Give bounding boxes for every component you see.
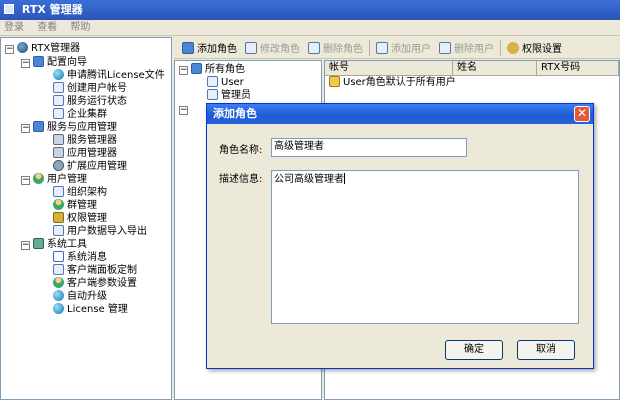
tree-item-enterprise-cluster[interactable]: 企业集群 [53,108,107,121]
text-caret [344,173,345,184]
app-icon [4,4,14,14]
menu-view[interactable]: 查看 [37,22,57,33]
role-name-label: 角色名称: [219,145,263,156]
collapse-icon[interactable]: − [179,106,188,115]
tree-item-service-manager[interactable]: 服务管理器 [53,134,117,147]
delete-user-icon [439,41,451,54]
add-user-button[interactable]: 添加用户 [372,39,435,57]
toolbar-separator [369,39,370,56]
roles-icon [191,63,202,74]
window-titlebar: RTX 管理器 [0,0,620,20]
server-icon [53,134,64,145]
tree-item-permission-management[interactable]: 权限管理 [53,212,107,225]
toolbar-separator [500,39,501,56]
list-item[interactable]: User角色默认于所有用户 [325,76,619,90]
collapse-icon[interactable]: − [21,59,30,68]
tree-item-system-message[interactable]: 系统消息 [53,251,107,264]
add-role-icon [182,41,194,54]
folder-icon [33,56,44,67]
permission-icon [53,212,64,223]
collapse-icon[interactable]: − [5,45,14,54]
user-account-icon [53,82,64,93]
app-icon [53,147,64,158]
org-chart-icon [53,186,64,197]
key-icon [507,41,519,54]
tree-item-create-user[interactable]: 创建用户帐号 [53,82,127,95]
add-user-icon [376,41,388,54]
tree-item-app-manager[interactable]: 应用管理器 [53,147,117,160]
tree-root[interactable]: − RTX管理器 [5,42,80,55]
permission-settings-button[interactable]: 权限设置 [503,39,566,57]
role-name-input[interactable]: 高级管理者 [271,138,467,157]
import-export-icon [53,225,64,236]
collapse-icon[interactable]: − [21,124,30,133]
rtx-icon [17,42,28,53]
panel-icon [53,264,64,275]
close-icon[interactable]: ✕ [574,106,590,122]
role-icon [207,76,218,87]
license-icon [53,303,64,314]
role-toolbar: 添加角色 修改角色 删除角色 添加用户 删除用户 权限设置 [174,37,620,59]
tree-item-client-panel[interactable]: 客户端面板定制 [53,264,137,277]
role-item-admin[interactable]: 管理员 [207,89,251,102]
cluster-icon [53,108,64,119]
menu-help[interactable]: 帮助 [70,22,90,33]
info-icon [329,76,340,87]
column-header-name[interactable]: 姓名 [453,61,537,76]
description-textarea[interactable]: 公司高级管理者 [271,170,579,324]
delete-role-button[interactable]: 删除角色 [304,39,367,57]
message-icon [53,251,64,262]
edit-role-icon [245,41,257,54]
cancel-button[interactable]: 取消 [517,340,575,360]
add-role-dialog: 添加角色 ✕ 角色名称: 高级管理者 描述信息: 公司高级管理者 确定 取消 [206,103,594,369]
column-header-account[interactable]: 帐号 [325,61,453,76]
tree-item-extension-apps[interactable]: 扩展应用管理 [53,160,127,173]
ok-button[interactable]: 确定 [445,340,503,360]
tree-item-license-management[interactable]: License 管理 [53,303,128,316]
list-header: 帐号 姓名 RTX号码 [325,61,619,76]
tree-item-client-settings[interactable]: 客户端参数设置 [53,277,137,290]
tree-item-user-import-export[interactable]: 用户数据导入导出 [53,225,147,238]
window-title: RTX 管理器 [21,3,83,16]
tree-group-services-apps[interactable]: − 服务与应用管理 [21,121,117,134]
tree-item-apply-license[interactable]: 申请腾讯License文件 [53,69,165,82]
tree-item-auto-upgrade[interactable]: 自动升级 [53,290,107,303]
client-settings-icon [53,277,64,288]
tree-item-org-structure[interactable]: 组织架构 [53,186,107,199]
upgrade-icon [53,290,64,301]
collapse-icon[interactable]: − [179,66,188,75]
collapse-icon[interactable]: − [21,241,30,250]
dialog-titlebar: 添加角色 ✕ [207,104,593,124]
tree-group-user-management[interactable]: − 用户管理 [21,173,87,186]
description-text: 公司高级管理者 [274,174,344,185]
role-item-user[interactable]: User [207,76,244,89]
collapse-icon[interactable]: − [21,176,30,185]
delete-user-button[interactable]: 删除用户 [435,39,498,57]
status-icon [53,95,64,106]
group-icon [53,199,64,210]
tree-item-service-status[interactable]: 服务运行状态 [53,95,127,108]
tree-item-group-management[interactable]: 群管理 [53,199,97,212]
description-label: 描述信息: [219,174,263,185]
menubar: 登录 查看 帮助 [0,20,620,36]
menu-login[interactable]: 登录 [4,22,24,33]
edit-role-button[interactable]: 修改角色 [241,39,304,57]
users-icon [33,173,44,184]
delete-role-icon [308,41,320,54]
folder-icon [33,121,44,132]
globe-icon [53,69,64,80]
extension-icon [53,160,64,171]
dialog-title: 添加角色 [213,107,257,120]
nav-tree: − RTX管理器 − 配置向导 申请腾讯License文件 创建用户帐号 服务运行状… [0,37,172,400]
role-icon [207,89,218,100]
role-tree-branch[interactable]: − [179,103,191,116]
tools-icon [33,238,44,249]
column-header-rtx-number[interactable]: RTX号码 [537,61,619,76]
tree-group-system-tools[interactable]: − 系统工具 [21,238,87,251]
tree-group-config-wizard[interactable]: − 配置向导 [21,56,87,69]
role-tree-root[interactable]: − 所有角色 [179,63,245,76]
add-role-button[interactable]: 添加角色 [178,39,241,57]
